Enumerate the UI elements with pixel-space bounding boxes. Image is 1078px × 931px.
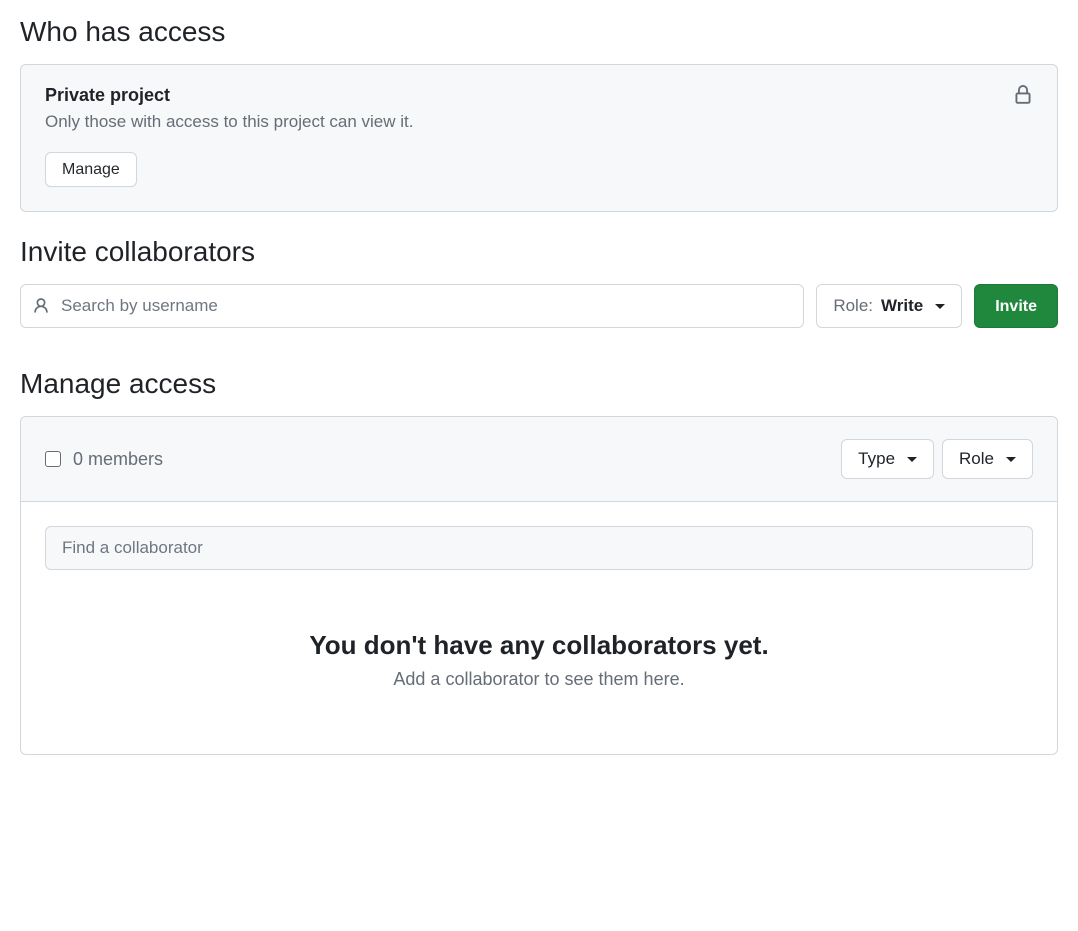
person-icon: [32, 297, 50, 315]
type-filter[interactable]: Type: [841, 439, 934, 479]
search-input-wrap: [20, 284, 804, 328]
members-count: 0 members: [73, 449, 163, 470]
access-card-description: Only those with access to this project c…: [45, 112, 1033, 132]
header-right: Type Role: [841, 439, 1033, 479]
find-collaborator-input[interactable]: [45, 526, 1033, 570]
role-filter-label: Role: [959, 449, 994, 469]
header-left: 0 members: [45, 449, 163, 470]
access-card: Private project Only those with access t…: [20, 64, 1058, 212]
panel-body: You don't have any collaborators yet. Ad…: [21, 502, 1057, 754]
empty-state: You don't have any collaborators yet. Ad…: [45, 570, 1033, 730]
manage-access-panel: 0 members Type Role You don't have any c…: [20, 416, 1058, 755]
empty-state-subtitle: Add a collaborator to see them here.: [65, 669, 1013, 690]
role-filter[interactable]: Role: [942, 439, 1033, 479]
role-prefix: Role:: [833, 296, 873, 316]
search-username-input[interactable]: [20, 284, 804, 328]
invite-button[interactable]: Invite: [974, 284, 1058, 328]
role-select[interactable]: Role: Write: [816, 284, 962, 328]
select-all-checkbox[interactable]: [45, 451, 61, 467]
caret-down-icon: [1006, 457, 1016, 462]
invite-collaborators-heading: Invite collaborators: [20, 236, 1058, 268]
manage-button[interactable]: Manage: [45, 152, 137, 187]
role-value: Write: [881, 296, 923, 316]
caret-down-icon: [935, 304, 945, 309]
caret-down-icon: [907, 457, 917, 462]
who-has-access-heading: Who has access: [20, 16, 1058, 48]
invite-row: Role: Write Invite: [20, 284, 1058, 328]
empty-state-title: You don't have any collaborators yet.: [65, 630, 1013, 661]
lock-icon: [1013, 85, 1033, 108]
manage-access-heading: Manage access: [20, 368, 1058, 400]
access-card-title: Private project: [45, 85, 1033, 106]
panel-header: 0 members Type Role: [21, 417, 1057, 502]
type-filter-label: Type: [858, 449, 895, 469]
